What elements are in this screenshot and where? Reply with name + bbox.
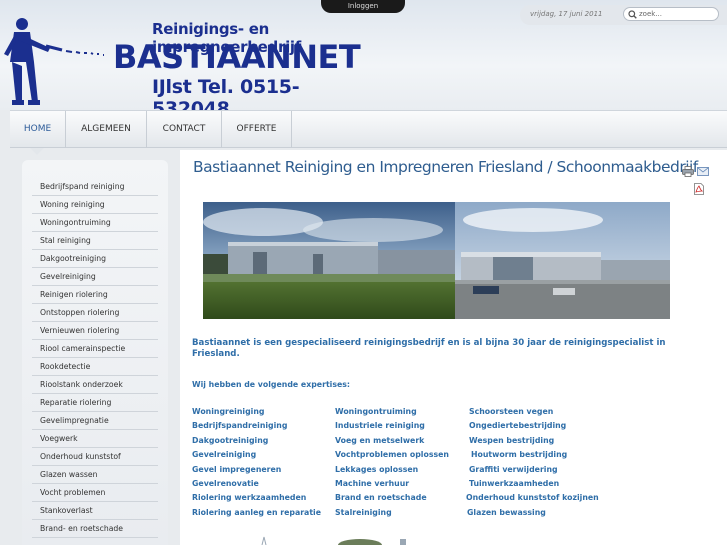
expertise-grid: Woningreiniging Woningontruiming Schoors… (192, 407, 632, 522)
sidebar-item[interactable]: Rioolstank onderzoek (32, 376, 158, 394)
sidebar-item[interactable]: Woningontruiming (32, 214, 158, 232)
sidebar-item[interactable]: Bedrijfspand reiniging (32, 178, 158, 196)
expertise-link[interactable]: Vochtproblemen oplossen (335, 450, 449, 459)
expertise-link[interactable]: Tuinwerkzaamheden (469, 479, 559, 488)
sidebar-item[interactable]: Ontstoppen riolering (32, 304, 158, 322)
sidebar-menu: Bedrijfspand reiniging Woning reiniging … (32, 178, 158, 538)
sidebar-item[interactable]: Glazen wassen (32, 466, 158, 484)
nav-item-algemeen[interactable]: ALGEMEEN (66, 111, 147, 148)
search-placeholder: zoek... (639, 10, 662, 18)
expertise-link[interactable]: Woningontruiming (335, 407, 417, 416)
expertise-link[interactable]: Graffiti verwijdering (469, 465, 558, 474)
expertise-link[interactable]: Dakgootreiniging (192, 436, 268, 445)
expertise-row: Riolering werkzaamheden Brand en roetsch… (192, 493, 632, 507)
sidebar-item[interactable]: Rookdetectie (32, 358, 158, 376)
current-date: vrijdag, 17 juni 2011 (530, 10, 603, 18)
search-input[interactable]: zoek... (623, 7, 719, 21)
company-building-photo (203, 202, 670, 319)
expertise-link[interactable]: Industriele reiniging (335, 421, 425, 430)
sidebar-item[interactable]: Voegwerk (32, 430, 158, 448)
logo[interactable]: Reinigings- en impregneerbedrijf BASTIAA… (0, 10, 361, 120)
page-actions (682, 166, 712, 196)
sidebar-item[interactable]: Vocht problemen (32, 484, 158, 502)
sidebar: Bedrijfspand reiniging Woning reiniging … (22, 160, 168, 545)
expertise-link[interactable]: Gevelreiniging (192, 450, 256, 459)
expertise-link[interactable]: Riolering werkzaamheden (192, 493, 306, 502)
pdf-icon[interactable] (694, 183, 704, 195)
sidebar-item[interactable]: Dakgootreiniging (32, 250, 158, 268)
main-content: Bastiaannet Reiniging en Impregneren Fri… (180, 150, 727, 545)
expertise-link[interactable]: Brand en roetschade (335, 493, 427, 502)
sidebar-item[interactable]: Woning reiniging (32, 196, 158, 214)
expertise-row: Gevelrenovatie Machine verhuur Tuinwerkz… (192, 479, 632, 493)
sidebar-item[interactable]: Stal reiniging (32, 232, 158, 250)
expertise-link[interactable]: Schoorsteen vegen (469, 407, 553, 416)
search-icon (628, 10, 637, 19)
expertise-link[interactable]: Wespen bestrijding (469, 436, 554, 445)
expertise-link[interactable]: Onderhoud kunststof kozijnen (466, 493, 599, 502)
page-title: Bastiaannet Reiniging en Impregneren Fri… (193, 158, 698, 176)
expertise-row: Woningreiniging Woningontruiming Schoors… (192, 407, 632, 421)
email-icon[interactable] (697, 167, 709, 176)
sidebar-item[interactable]: Riool camerainspectie (32, 340, 158, 358)
expertise-row: Dakgootreiniging Voeg en metselwerk Wesp… (192, 436, 632, 450)
expertise-link[interactable]: Riolering aanleg en reparatie (192, 508, 321, 517)
expertise-row: Riolering aanleg en reparatie Stalreinig… (192, 508, 632, 522)
nav-item-offerte[interactable]: OFFERTE (222, 111, 292, 148)
sidebar-item[interactable]: Stankoverlast (32, 502, 158, 520)
expertise-row: Gevel impregeneren Lekkages oplossen Gra… (192, 465, 632, 479)
date-search-bar: vrijdag, 17 juni 2011 zoek... (520, 5, 727, 25)
expertise-row: Gevelreiniging Vochtproblemen oplossen H… (192, 450, 632, 464)
expertise-link[interactable]: Gevelrenovatie (192, 479, 259, 488)
expertise-link[interactable]: Bedrijfspandreiniging (192, 421, 287, 430)
expertise-link[interactable]: Stalreiniging (335, 508, 392, 517)
site-header: Inloggen Reinigings- en impregneerbedrij… (0, 0, 727, 120)
expertise-link[interactable]: Voeg en metselwerk (335, 436, 424, 445)
expertise-link[interactable]: Houtworm bestrijding (471, 450, 567, 459)
main-nav: HOME ALGEMEEN CONTACT OFFERTE (10, 110, 727, 155)
expertise-link[interactable]: Glazen bewassing (467, 508, 546, 517)
expertise-heading: Wij hebben de volgende expertises: (192, 380, 351, 389)
expertise-link[interactable]: Woningreiniging (192, 407, 264, 416)
sidebar-item[interactable]: Brand- en roetschade (32, 520, 158, 538)
sidebar-item[interactable]: Onderhoud kunststof (32, 448, 158, 466)
sidebar-item[interactable]: Gevelimpregnatie (32, 412, 158, 430)
decorative-photo-strip (261, 536, 406, 545)
sidebar-item[interactable]: Reparatie riolering (32, 394, 158, 412)
expertise-link[interactable]: Machine verhuur (335, 479, 409, 488)
sidebar-item[interactable]: Reinigen riolering (32, 286, 158, 304)
expertise-row: Bedrijfspandreiniging Industriele reinig… (192, 421, 632, 435)
nav-item-home[interactable]: HOME (10, 111, 66, 148)
intro-text: Bastiaannet is een gespecialiseerd reini… (192, 338, 666, 359)
logo-name: BASTIAANNET (113, 38, 361, 76)
nav-item-contact[interactable]: CONTACT (147, 111, 222, 148)
expertise-link[interactable]: Lekkages oplossen (335, 465, 418, 474)
sidebar-item[interactable]: Vernieuwen riolering (32, 322, 158, 340)
nav-active-indicator (30, 148, 44, 155)
expertise-link[interactable]: Gevel impregeneren (192, 465, 281, 474)
print-icon[interactable] (682, 166, 694, 177)
cleaner-figure-logo (4, 18, 104, 105)
sidebar-item[interactable]: Gevelreiniging (32, 268, 158, 286)
expertise-link[interactable]: Ongediertebestrijding (469, 421, 566, 430)
